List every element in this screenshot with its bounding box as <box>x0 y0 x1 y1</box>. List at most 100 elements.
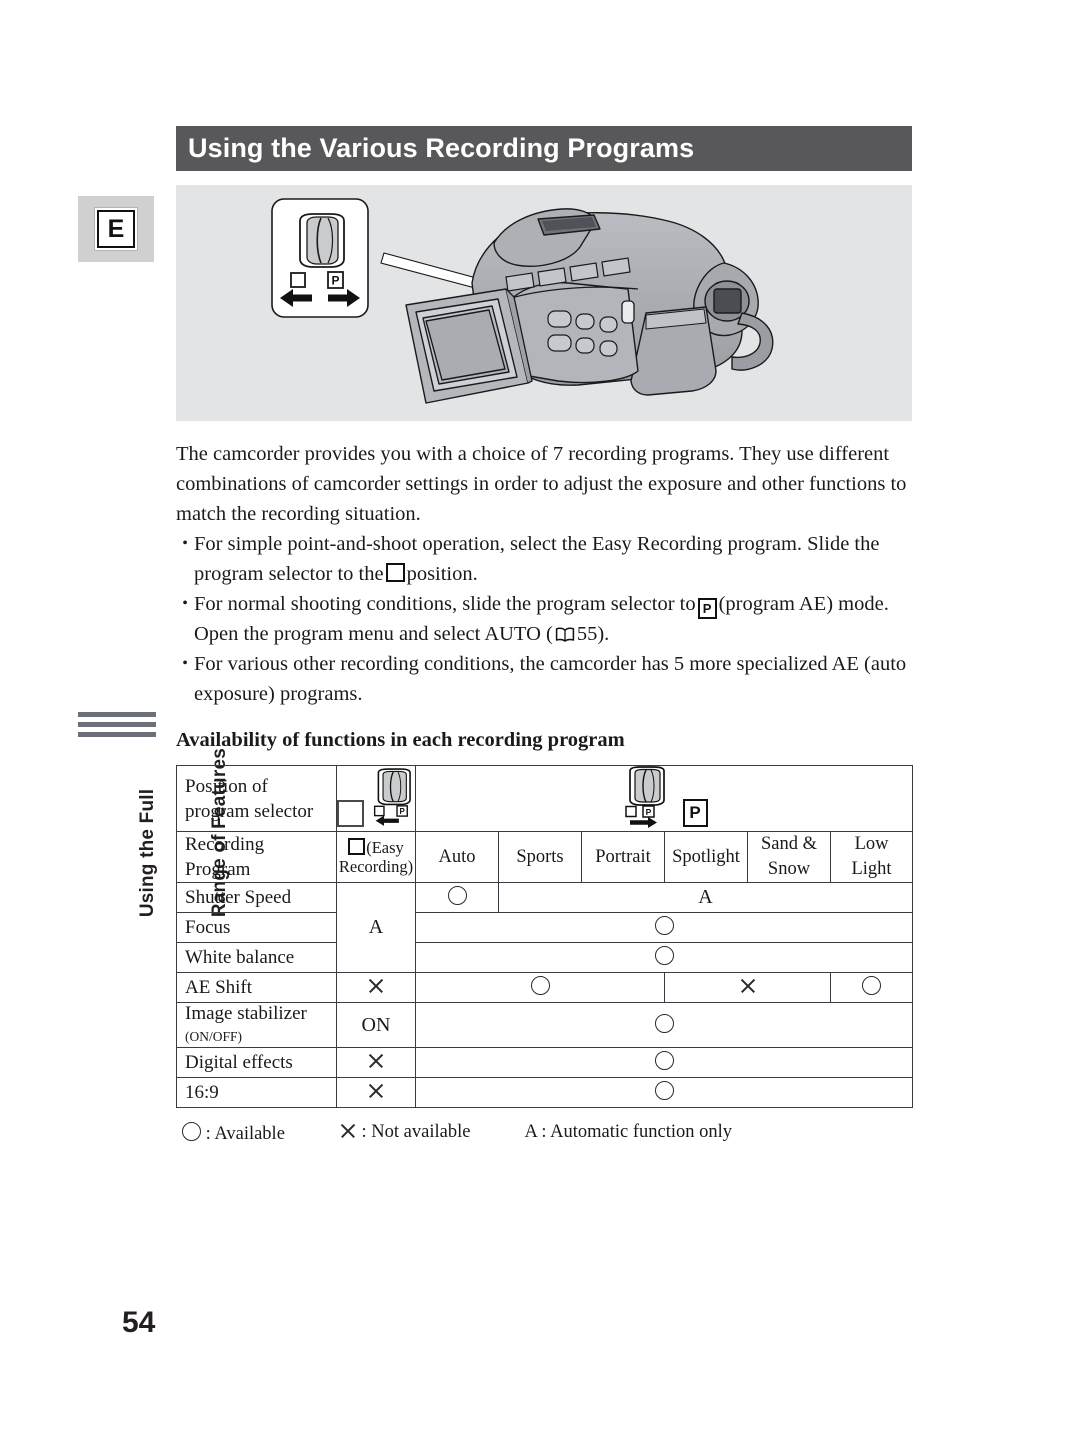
table-row: Image stabilizer (ON/OFF) ON <box>176 1002 914 1048</box>
p-icon: P <box>697 598 717 619</box>
program-column-spotlight: Spotlight <box>664 831 748 883</box>
program-low-light-line-1: Low <box>854 834 889 854</box>
legend-automatic-text: : Automatic function only <box>541 1122 733 1142</box>
row-label-ae-shift: AE Shift <box>176 972 337 1003</box>
row-label-white-balance: White balance <box>176 942 337 973</box>
square-icon <box>348 838 366 855</box>
program-sand-snow-line-2: Snow <box>767 859 811 879</box>
sidebar-rule-2 <box>78 722 156 727</box>
sidebar-rule-1 <box>78 712 156 717</box>
bullet-item-2: • For normal shooting conditions, slide … <box>176 589 912 649</box>
bullet-1-text-post: position. <box>406 563 478 585</box>
table-row: AE Shift <box>176 972 914 1003</box>
available-circle-icon <box>654 1081 674 1100</box>
availability-table: Position of program selector P P P Recor… <box>176 765 914 1108</box>
legend-available-text: : Available <box>205 1124 285 1144</box>
sidebar-rule-3 <box>78 732 156 737</box>
language-tab: E <box>78 196 154 262</box>
table-row: White balance <box>176 942 914 973</box>
program-easy-line-2: Recording) <box>338 857 414 876</box>
language-tab-label: E <box>97 210 135 248</box>
cell-shutter-rest: A <box>497 882 914 913</box>
program-auto-label: Auto <box>438 846 476 867</box>
illustration-camcorder: P <box>176 185 912 421</box>
page-content: Using the Various Recording Programs P T… <box>176 126 914 1145</box>
available-circle-icon <box>654 1051 674 1070</box>
table-header-row-programs: Recording Program (Easy Recording) Auto … <box>176 831 914 883</box>
available-circle-icon <box>654 946 674 965</box>
program-column-low-light: Low Light <box>829 831 914 883</box>
header-program-line-1: Recording <box>185 834 265 855</box>
available-circle-icon <box>654 916 674 935</box>
header-program-label: Recording Program <box>176 831 337 883</box>
legend-item-available: : Available <box>182 1122 285 1145</box>
program-easy-line-1: (Easy <box>337 838 415 857</box>
cell-stabilizer-easy: ON <box>336 1002 416 1048</box>
svg-text:P: P <box>331 274 339 288</box>
available-circle-icon <box>182 1122 201 1141</box>
bullet-3-body: For various other recording conditions, … <box>194 653 907 705</box>
body-text: The camcorder provides you with a choice… <box>176 439 912 709</box>
table-row: Digital effects <box>176 1047 914 1078</box>
row-label-image-stabilizer: Image stabilizer (ON/OFF) <box>176 1002 337 1048</box>
cell-ae-shift-easy <box>336 972 416 1003</box>
row-label-digital-effects: Digital effects <box>176 1047 337 1078</box>
intro-paragraph: The camcorder provides you with a choice… <box>176 443 907 525</box>
cell-digital-effects-easy <box>336 1047 416 1078</box>
program-selector-left-icon: P <box>374 768 412 826</box>
not-available-cross-icon <box>367 1082 385 1100</box>
program-sand-snow-line-1: Sand & <box>760 834 817 854</box>
row-label-focus: Focus <box>176 912 337 943</box>
square-icon <box>337 800 365 827</box>
not-available-cross-icon <box>367 977 385 995</box>
header-position-line-2: program selector <box>185 800 314 822</box>
page-title-bar: Using the Various Recording Programs <box>176 126 912 171</box>
camcorder-illustration-svg: P <box>271 198 774 404</box>
bullet-2-body: For normal shooting conditions, slide th… <box>194 589 912 649</box>
svg-text:P: P <box>400 807 405 816</box>
bullet-2-text-post: ). <box>597 623 610 645</box>
cell-digital-effects-rest <box>414 1047 914 1078</box>
available-circle-icon <box>654 1013 674 1033</box>
bullet-item-3: • For various other recording conditions… <box>176 649 912 709</box>
row-label-shutter-speed: Shutter Speed <box>176 882 337 913</box>
cell-shutter-auto <box>415 882 499 913</box>
selector-position-pae-cell: P P <box>414 765 914 832</box>
row-label-image-stabilizer-main: Image stabilizer <box>185 1003 307 1024</box>
program-low-light-line-2: Light <box>851 859 892 879</box>
cell-ae-shift-auto-portrait <box>415 972 665 1003</box>
not-available-cross-icon <box>367 1052 385 1070</box>
book-icon <box>555 621 575 642</box>
bullet-marker: • <box>182 655 188 672</box>
cell-widescreen-rest <box>414 1077 914 1108</box>
program-selector-right-icon: P <box>624 766 665 828</box>
header-position-label: Position of program selector <box>176 765 337 832</box>
available-circle-icon <box>447 886 467 905</box>
cell-focus-rest <box>414 912 914 943</box>
bullet-item-1: • For simple point-and-shoot operation, … <box>176 529 912 589</box>
section-heading: Availability of functions in each record… <box>176 729 625 751</box>
table-row: 16:9 <box>176 1077 914 1108</box>
program-portrait-label: Portrait <box>595 846 651 867</box>
not-available-cross-icon <box>739 977 757 995</box>
selector-position-easy-cell: P <box>336 765 416 832</box>
legend-not-available-text: : Not available <box>361 1122 471 1142</box>
cell-widescreen-easy <box>336 1077 416 1108</box>
selector-right-graphic: P P <box>416 766 912 831</box>
cell-ae-shift-spotlight-sand <box>664 972 831 1003</box>
square-icon <box>385 563 405 582</box>
row-label-image-stabilizer-note: (ON/OFF) <box>185 1029 243 1044</box>
cell-ae-shift-low-light <box>829 972 914 1003</box>
bullet-1-body: For simple point-and-shoot operation, se… <box>194 529 912 589</box>
bullet-2-text-pre: For normal shooting conditions, slide th… <box>194 593 696 615</box>
available-circle-icon <box>530 976 550 995</box>
header-position-line-1: Position of <box>185 775 268 797</box>
running-head-line-1: Using the Full <box>137 788 158 918</box>
program-column-easy: (Easy Recording) <box>336 831 416 883</box>
cell-stabilizer-rest <box>414 1002 914 1048</box>
legend-item-not-available: : Not available <box>339 1122 471 1145</box>
sidebar-rules <box>78 712 156 742</box>
bullet-1-text-pre: For simple point-and-shoot operation, se… <box>194 533 880 585</box>
not-available-cross-icon <box>339 1122 357 1140</box>
header-program-line-2: Program <box>185 859 251 880</box>
